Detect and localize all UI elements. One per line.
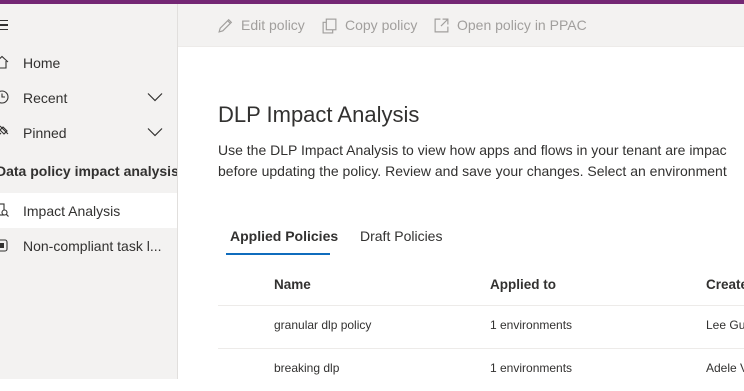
clock-icon (0, 90, 9, 104)
pin-icon (0, 125, 9, 135)
open-policy-label: Open policy in PPAC (457, 17, 587, 33)
column-header-applied-to[interactable]: Applied to (490, 277, 556, 292)
command-bar: Edit policy Copy policy Open policy in P… (178, 4, 744, 47)
tab-label: Draft Policies (360, 228, 443, 244)
column-header-created-by[interactable]: Create (706, 277, 744, 292)
sidebar-section-title: Data policy impact analysis (0, 163, 178, 179)
nav-item-label: Non-compliant task l... (23, 237, 162, 254)
nav-item-impact-analysis[interactable]: Impact Analysis (0, 193, 177, 228)
open-in-new-window-icon (434, 18, 449, 32)
left-navigation: Home Recent Pinned Data policy impact an… (0, 4, 178, 379)
open-policy-in-ppac-button[interactable]: Open policy in PPAC (433, 4, 587, 46)
policy-name-cell: granular dlp policy (274, 318, 372, 332)
column-header-name[interactable]: Name (274, 277, 311, 292)
nav-item-recent[interactable]: Recent (0, 80, 177, 115)
created-by-cell: Lee Gu (706, 318, 744, 332)
edit-policy-label: Edit policy (241, 17, 305, 33)
active-tab-indicator (226, 253, 330, 255)
description-line: before updating the policy. Review and s… (218, 163, 727, 179)
nav-item-label: Recent (23, 89, 68, 106)
page-description: Use the DLP Impact Analysis to view how … (218, 140, 744, 182)
applied-to-cell: 1 environments (490, 361, 573, 375)
hamburger-icon[interactable] (0, 20, 8, 30)
nav-item-label: Home (23, 54, 61, 71)
nav-item-non-compliant-tasks[interactable]: Non-compliant task l... (0, 228, 177, 263)
applied-to-cell: 1 environments (490, 318, 573, 332)
nav-item-label: Impact Analysis (23, 202, 121, 219)
nav-item-home[interactable]: Home (0, 45, 177, 80)
page-title: DLP Impact Analysis (218, 102, 420, 127)
chevron-down-icon[interactable] (147, 127, 163, 137)
nav-item-label: Pinned (23, 124, 67, 141)
task-list-icon (0, 239, 8, 252)
impact-analysis-icon (0, 203, 9, 217)
policy-name-cell: breaking dlp (274, 361, 340, 375)
description-line: Use the DLP Impact Analysis to view how … (218, 142, 727, 158)
table-row[interactable]: breaking dlp 1 environments Adele V (218, 348, 744, 391)
tab-label: Applied Policies (230, 228, 339, 244)
edit-policy-button[interactable]: Edit policy (217, 4, 305, 46)
edit-icon (218, 18, 233, 33)
copy-icon (322, 18, 337, 34)
table-row[interactable]: granular dlp policy 1 environments Lee G… (218, 305, 744, 348)
home-icon (0, 55, 9, 69)
copy-policy-button[interactable]: Copy policy (321, 4, 417, 46)
chevron-down-icon[interactable] (147, 92, 163, 102)
created-by-cell: Adele V (706, 361, 744, 375)
copy-policy-label: Copy policy (345, 17, 418, 33)
nav-item-pinned[interactable]: Pinned (0, 115, 177, 150)
